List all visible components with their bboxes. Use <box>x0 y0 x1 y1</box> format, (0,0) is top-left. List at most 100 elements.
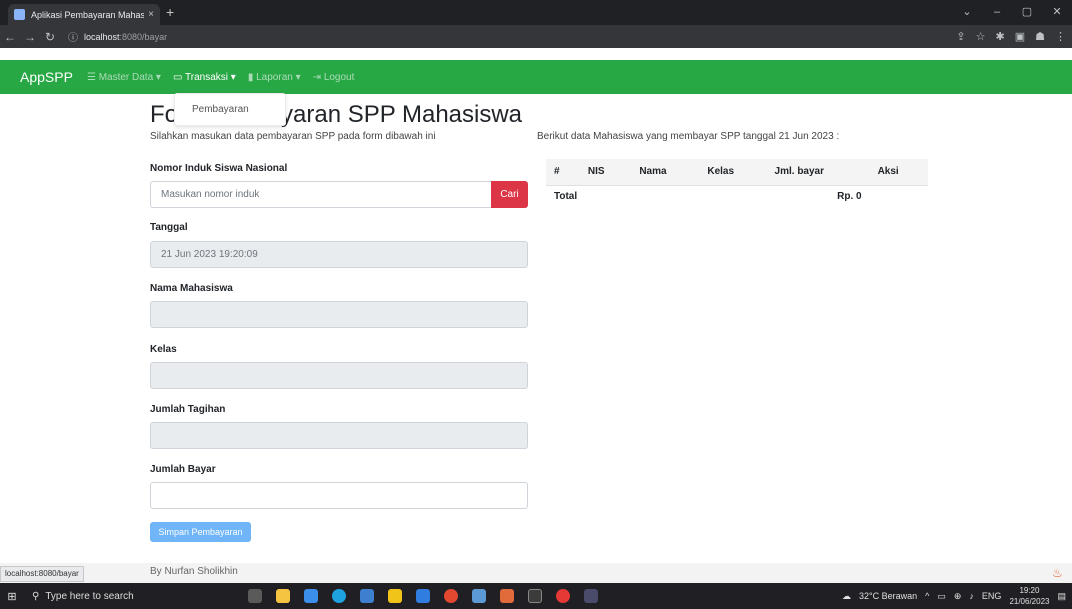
xampp-icon[interactable] <box>500 589 514 603</box>
col-kelas: Kelas <box>699 159 767 186</box>
url-host: localhost <box>84 31 120 42</box>
tanggal-field: 21 Jun 2023 19:20:09 <box>150 241 528 268</box>
col-jml-bayar: Jml. bayar <box>766 159 870 186</box>
extensions-icon[interactable]: ✱ <box>996 30 1005 43</box>
weather-text[interactable]: 32°C Berawan <box>859 591 917 601</box>
cari-button[interactable]: Cari <box>491 181 528 208</box>
weather-icon[interactable]: ☁ <box>842 591 851 602</box>
nav-logout-label: Logout <box>323 71 355 83</box>
edge-icon[interactable] <box>332 589 346 603</box>
tagihan-field <box>150 422 528 449</box>
terminal-icon[interactable] <box>528 589 542 603</box>
app-navbar: AppSPP ☰ Master Data ▾ ▭ Transaksi ▾ ▮ L… <box>0 60 1072 94</box>
notification-icon[interactable]: ▤ <box>1057 591 1066 602</box>
status-url: localhost:8080/bayar <box>0 566 84 582</box>
tagihan-label: Jumlah Tagihan <box>150 404 226 415</box>
nav-master-data-label: Master Data <box>98 71 154 83</box>
kelas-label: Kelas <box>150 344 177 355</box>
site-info-icon[interactable]: ⓘ <box>68 29 78 44</box>
menu-kebab-icon[interactable]: ⋮ <box>1055 30 1066 43</box>
clock[interactable]: 19:20 21/06/2023 <box>1009 585 1049 607</box>
nav-transaksi-label: Transaksi <box>185 71 229 83</box>
close-window-icon[interactable]: ✕ <box>1042 0 1072 25</box>
flame-icon[interactable]: ♨ <box>1052 566 1063 580</box>
nis-input[interactable]: Masukan nomor induk <box>150 181 492 208</box>
book-icon: ▮ <box>247 71 254 83</box>
profile-avatar-icon[interactable]: ☗ <box>1035 30 1045 43</box>
tray-chevron-icon[interactable]: ^ <box>925 591 929 601</box>
back-icon[interactable]: ← <box>0 30 20 44</box>
system-tray: ☁ 32°C Berawan ^ ▭ ⊕ ♪ ENG 19:20 21/06/2… <box>842 583 1066 609</box>
browser-tab[interactable]: Aplikasi Pembayaran Mahasiswa × <box>8 4 160 25</box>
search-icon: ⚲ <box>32 590 40 602</box>
bookmark-star-icon[interactable]: ☆ <box>976 30 986 43</box>
taskbar-apps <box>248 583 598 609</box>
nav-laporan[interactable]: ▮ Laporan ▾ <box>248 72 301 83</box>
share-icon[interactable]: ⇪ <box>956 30 965 43</box>
address-bar: ← → ↻ ⓘ localhost:8080/bayar <box>0 25 1072 48</box>
total-label: Total <box>554 190 578 202</box>
tab-close-icon[interactable]: × <box>148 9 154 20</box>
tanggal-label: Tanggal <box>150 222 188 233</box>
network-icon[interactable]: ⊕ <box>954 591 962 602</box>
dropdown-item-pembayaran[interactable]: Pembayaran <box>192 104 249 115</box>
language-indicator[interactable]: ENG <box>982 591 1002 601</box>
volume-icon[interactable]: ♪ <box>969 591 974 601</box>
nis-label: Nomor Induk Siswa Nasional <box>150 163 288 174</box>
url-field[interactable]: ⓘ localhost:8080/bayar <box>68 29 168 45</box>
network-app-icon[interactable] <box>472 589 486 603</box>
table-info: Berikut data Mahasiswa yang membayar SPP… <box>537 131 840 142</box>
favicon-icon <box>14 9 25 20</box>
browser-tab-strip <box>0 0 1072 25</box>
devc-icon[interactable] <box>444 589 458 603</box>
brand-logo[interactable]: AppSPP <box>20 69 73 85</box>
nav-master-data[interactable]: ☰ Master Data ▾ <box>87 72 161 83</box>
forward-icon[interactable]: → <box>20 30 40 44</box>
chrome-icon[interactable] <box>556 589 570 603</box>
total-value: Rp. 0 <box>837 190 862 202</box>
vscode-icon[interactable] <box>304 589 318 603</box>
file-explorer-icon[interactable] <box>276 589 290 603</box>
bayar-input[interactable] <box>150 482 528 509</box>
task-view-icon[interactable] <box>248 589 262 603</box>
payment-table: # NIS Nama Kelas Jml. bayar Aksi Total R… <box>546 159 928 207</box>
battery-icon[interactable]: ▭ <box>937 591 946 602</box>
store-icon[interactable] <box>360 589 374 603</box>
col-aksi: Aksi <box>869 159 928 186</box>
window-controls: ⌄ – ▢ ✕ <box>952 0 1072 25</box>
clock-date: 21/06/2023 <box>1009 597 1050 606</box>
col-nama: Nama <box>631 159 700 186</box>
sidepanel-icon[interactable]: ▣ <box>1015 30 1025 43</box>
url-path: :8080/bayar <box>119 31 168 42</box>
nama-field <box>150 301 528 328</box>
col-nis: NIS <box>579 159 632 186</box>
table-icon: ☰ <box>86 71 96 83</box>
pen-app-icon[interactable] <box>584 589 598 603</box>
browser-toolbar-icons: ⇪ ☆ ✱ ▣ ☗ ⋮ <box>956 25 1066 48</box>
nama-label: Nama Mahasiswa <box>150 283 233 294</box>
kelas-field <box>150 362 528 389</box>
new-tab-button[interactable]: + <box>166 4 174 20</box>
minimize-icon[interactable]: – <box>982 0 1012 25</box>
taskbar-search[interactable]: ⚲ Type here to search <box>24 583 164 609</box>
windows-start-icon[interactable]: ⊞ <box>0 590 24 603</box>
taskbar-search-placeholder: Type here to search <box>45 590 134 602</box>
maximize-icon[interactable]: ▢ <box>1012 0 1042 25</box>
bayar-label: Jumlah Bayar <box>150 464 216 475</box>
nav-transaksi[interactable]: ▭ Transaksi ▾ <box>173 72 236 83</box>
reload-icon[interactable]: ↻ <box>40 30 60 44</box>
sublime-icon[interactable] <box>388 589 402 603</box>
transaksi-dropdown: Pembayaran <box>174 93 286 126</box>
logout-icon: ⇥ <box>312 71 322 83</box>
col-number: # <box>546 159 580 186</box>
tab-search-icon[interactable]: ⌄ <box>952 0 982 25</box>
form-subtitle: Silahkan masukan data pembayaran SPP pad… <box>150 131 436 142</box>
simpan-button[interactable]: Simpan Pembayaran <box>150 522 251 542</box>
total-empty-cell <box>870 185 928 207</box>
nav-logout[interactable]: ⇥ Logout <box>313 72 355 83</box>
nav-laporan-label: Laporan <box>256 71 293 83</box>
money-icon: ▭ <box>172 71 183 83</box>
tab-title: Aplikasi Pembayaran Mahasiswa <box>31 9 145 20</box>
table-header-row: # NIS Nama Kelas Jml. bayar Aksi <box>546 159 928 186</box>
app-blue-icon[interactable] <box>416 589 430 603</box>
